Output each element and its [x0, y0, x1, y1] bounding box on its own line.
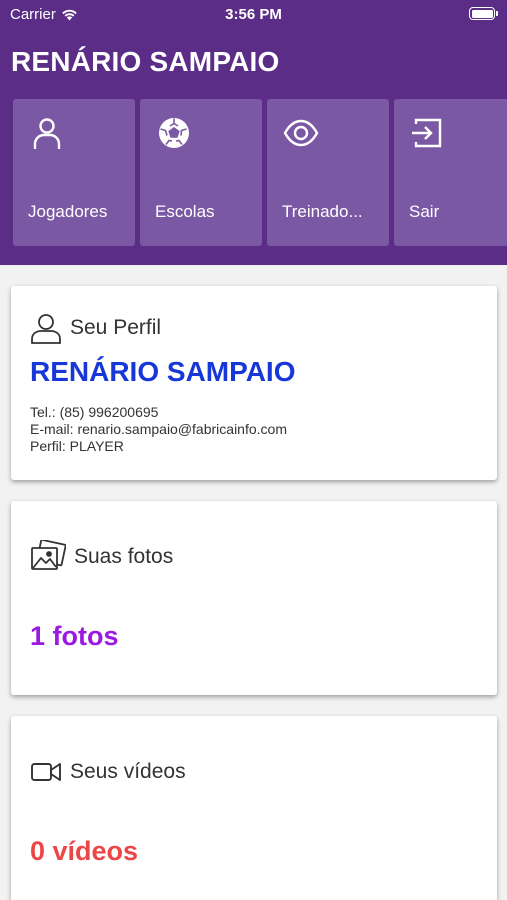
profile-role: Perfil: PLAYER	[30, 438, 124, 454]
status-bar: Carrier 3:56 PM	[0, 0, 507, 28]
videos-card-title: Seus vídeos	[70, 760, 186, 783]
menu-label-treinadores: Treinado...	[282, 202, 363, 221]
menu-label-escolas: Escolas	[155, 202, 215, 221]
videos-card[interactable]: Seus vídeos 0 vídeos	[11, 716, 497, 900]
menu-tile-jogadores[interactable]: Jogadores	[13, 99, 135, 246]
photos-card-title: Suas fotos	[74, 545, 174, 568]
profile-phone: Tel.: (85) 996200695	[30, 404, 159, 420]
menu-carousel[interactable]: Jogadores Escolas Treinado... Sair	[13, 99, 507, 246]
profile-card-header: Seu Perfil	[30, 312, 161, 344]
menu-label-jogadores: Jogadores	[28, 202, 108, 221]
menu-label-sair: Sair	[409, 202, 440, 221]
videos-card-header: Seus vídeos	[30, 759, 186, 785]
photos-icon	[31, 540, 66, 570]
menu-tile-sair[interactable]: Sair	[394, 99, 507, 246]
profile-details: Tel.: (85) 996200695 E-mail: renario.sam…	[30, 404, 287, 455]
person-icon	[33, 118, 61, 149]
app-header: Carrier 3:56 PM RENÁRIO SAMPAIO Jogadore…	[0, 0, 507, 265]
profile-card-title: Seu Perfil	[70, 316, 162, 339]
menu-tile-treinadores[interactable]: Treinado...	[267, 99, 389, 246]
photos-count: 1 fotos	[30, 621, 119, 651]
profile-name: RENÁRIO SAMPAIO	[30, 356, 296, 387]
battery-icon	[469, 7, 498, 20]
photos-card[interactable]: Suas fotos 1 fotos	[11, 501, 497, 695]
user-outline-icon	[31, 314, 61, 344]
photos-card-header: Suas fotos	[30, 540, 173, 574]
video-camera-icon	[31, 763, 61, 781]
status-time: 3:56 PM	[225, 6, 282, 23]
profile-email: E-mail: renario.sampaio@fabricainfo.com	[30, 421, 287, 437]
eye-icon	[283, 119, 319, 147]
profile-card[interactable]: Seu Perfil RENÁRIO SAMPAIO Tel.: (85) 99…	[11, 286, 497, 480]
videos-count: 0 vídeos	[30, 836, 139, 866]
soccer-ball-icon	[159, 118, 189, 148]
page-title: RENÁRIO SAMPAIO	[11, 46, 280, 77]
menu-tile-escolas[interactable]: Escolas	[140, 99, 262, 246]
sign-out-icon	[412, 118, 442, 148]
